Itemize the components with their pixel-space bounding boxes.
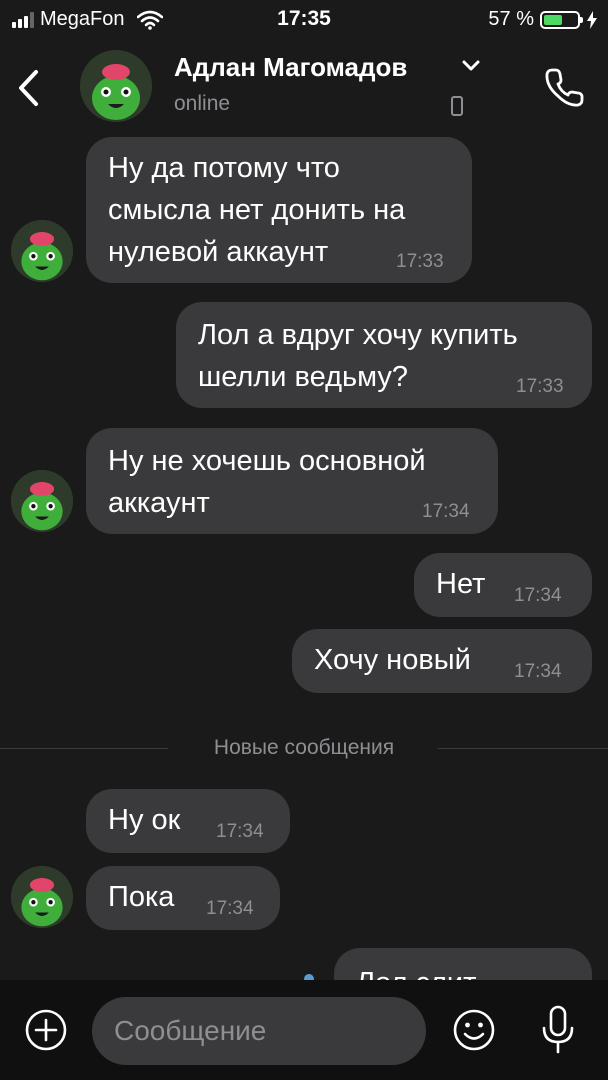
- message-time: 17:34: [514, 661, 562, 682]
- status-bar: MegaFon 17:35 57 %: [0, 0, 608, 40]
- message-time: 17:34: [216, 821, 264, 842]
- message-time: 17:33: [396, 251, 444, 272]
- message-input[interactable]: [92, 997, 426, 1065]
- plus-circle-icon[interactable]: [24, 1008, 68, 1052]
- message-text: Нет: [436, 568, 486, 600]
- microphone-icon[interactable]: [538, 1004, 578, 1056]
- chevron-down-icon[interactable]: [460, 58, 482, 74]
- cactus-avatar-icon: [11, 220, 73, 282]
- message-time: 17:33: [516, 376, 564, 397]
- message-text: Лол а вдруг хочу купить шелли ведьму?: [198, 319, 518, 393]
- message-text: Хочу новый: [314, 644, 471, 676]
- cactus-avatar-icon: [11, 866, 73, 928]
- emoji-icon[interactable]: [452, 1008, 496, 1052]
- contact-name[interactable]: Адлан Магомадов: [174, 52, 407, 83]
- battery-percent: 57 %: [488, 8, 534, 30]
- message-bubble-incoming[interactable]: Ну не хочешь основной аккаунт 17:34: [86, 428, 498, 534]
- message-bubble-outgoing[interactable]: Хочу новый 17:34: [292, 629, 592, 693]
- charging-icon: [587, 10, 597, 29]
- composer-bar: [0, 980, 608, 1080]
- message-bubble-incoming[interactable]: Ну ок 17:34: [86, 789, 290, 853]
- chevron-left-icon[interactable]: [14, 66, 44, 110]
- message-text: Ну ок: [108, 804, 181, 836]
- new-messages-divider: Новые сообщения: [213, 736, 395, 759]
- mobile-device-icon: [451, 96, 463, 116]
- avatar[interactable]: [11, 220, 73, 282]
- battery-icon: [540, 10, 583, 29]
- message-bubble-incoming[interactable]: Пока 17:34: [86, 866, 280, 930]
- message-bubble-outgoing[interactable]: Лол а вдруг хочу купить шелли ведьму? 17…: [176, 302, 592, 408]
- avatar[interactable]: [80, 50, 152, 122]
- cactus-avatar-icon: [11, 470, 73, 532]
- message-text: Ну да потому что смысла нет донить на ну…: [108, 152, 406, 268]
- avatar[interactable]: [11, 470, 73, 532]
- message-bubble-outgoing[interactable]: Нет 17:34: [414, 553, 592, 617]
- message-time: 17:34: [422, 501, 470, 522]
- battery-group: 57 %: [488, 8, 598, 31]
- chat-header: Адлан Магомадов online: [0, 40, 608, 136]
- message-text: Ну не хочешь основной аккаунт: [108, 445, 426, 519]
- message-text: Пока: [108, 881, 175, 913]
- avatar[interactable]: [11, 866, 73, 928]
- cactus-avatar-icon: [80, 50, 152, 122]
- message-time: 17:34: [514, 585, 562, 606]
- message-bubble-incoming[interactable]: Ну да потому что смысла нет донить на ну…: [86, 137, 472, 283]
- message-time: 17:34: [206, 898, 254, 919]
- presence-status: online: [174, 92, 231, 115]
- phone-icon[interactable]: [542, 66, 586, 110]
